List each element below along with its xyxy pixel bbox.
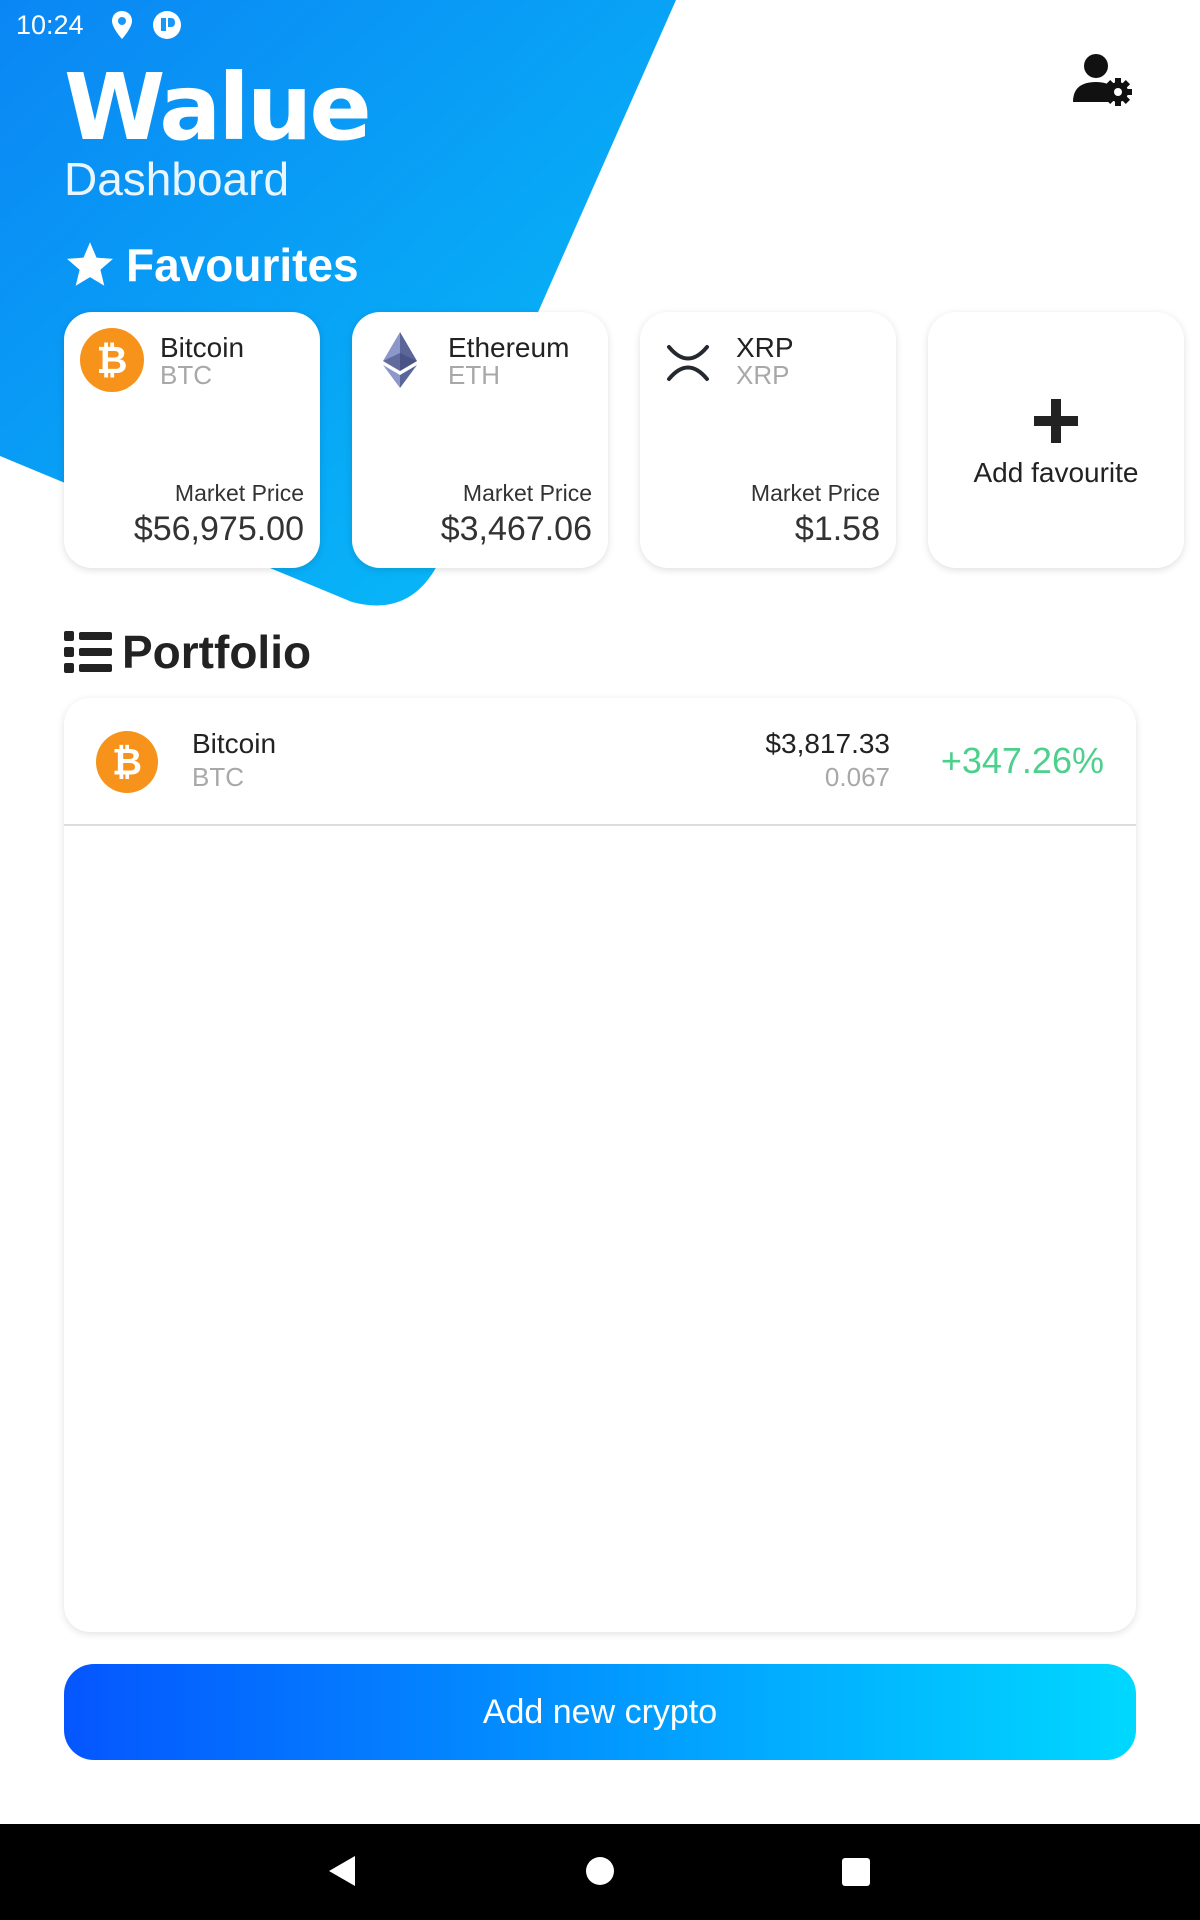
back-icon[interactable] <box>327 1854 357 1888</box>
ethereum-icon <box>383 332 417 388</box>
coin-symbol: ETH <box>448 360 500 390</box>
favourites-title: Favourites <box>126 239 359 291</box>
add-new-crypto-button[interactable]: Add new crypto <box>64 1664 1136 1760</box>
favourite-card-xrp[interactable]: XRP XRP Market Price $1.58 <box>640 312 896 568</box>
portfolio-coin-name: Bitcoin <box>192 728 277 759</box>
add-favourite-label: Add favourite <box>973 457 1139 488</box>
portfolio-title: Portfolio <box>122 626 312 678</box>
svg-text:₿: ₿ <box>97 338 128 382</box>
favourite-card-ethereum[interactable]: Ethereum ETH Market Price $3,467.06 <box>352 312 608 568</box>
favourite-card-bitcoin[interactable]: ₿ Bitcoin BTC Market Price $56,975.00 <box>64 312 320 568</box>
portfolio-holding-amount: 0.067 <box>824 762 890 792</box>
portfolio-change-percent: +347.26% <box>940 740 1104 781</box>
market-price-label: Market Price <box>174 480 304 506</box>
svg-text:₿: ₿ <box>112 741 142 784</box>
market-price-value: $1.58 <box>794 510 880 548</box>
system-nav-bar <box>0 1824 1200 1920</box>
portfolio-item-bitcoin[interactable]: ₿ Bitcoin BTC $3,817.33 0.067 +347.26% <box>64 698 1136 826</box>
xrp-icon <box>667 345 709 381</box>
market-price-value: $3,467.06 <box>440 510 592 548</box>
star-icon <box>67 242 113 286</box>
market-price-value: $56,975.00 <box>133 510 304 548</box>
page-subtitle: Dashboard <box>64 153 290 205</box>
coin-symbol: XRP <box>736 360 790 390</box>
favourites-heading: Favourites <box>64 238 359 292</box>
recents-icon[interactable] <box>841 1857 871 1887</box>
app-notification-icon <box>153 11 181 39</box>
home-icon[interactable] <box>585 1856 615 1886</box>
market-price-label: Market Price <box>462 480 592 506</box>
list-icon <box>64 631 112 673</box>
app-brand: Walue <box>64 54 372 161</box>
portfolio-list: ₿ Bitcoin BTC $3,817.33 0.067 +347.26% <box>64 698 1136 1632</box>
bitcoin-icon: ₿ <box>96 731 158 793</box>
portfolio-heading: Portfolio <box>64 625 311 679</box>
add-favourite-button[interactable]: Add favourite <box>928 312 1184 568</box>
portfolio-coin-symbol: BTC <box>192 762 244 792</box>
portfolio-holding-value: $3,817.33 <box>765 728 890 759</box>
location-icon <box>112 11 132 39</box>
plus-icon <box>1034 399 1078 443</box>
market-price-label: Market Price <box>750 480 880 506</box>
status-time: 10:24 <box>16 10 84 40</box>
status-bar: 10:24 <box>0 0 1200 50</box>
user-settings-icon[interactable] <box>1070 52 1138 110</box>
bitcoin-icon: ₿ <box>80 328 144 392</box>
coin-symbol: BTC <box>160 360 212 390</box>
